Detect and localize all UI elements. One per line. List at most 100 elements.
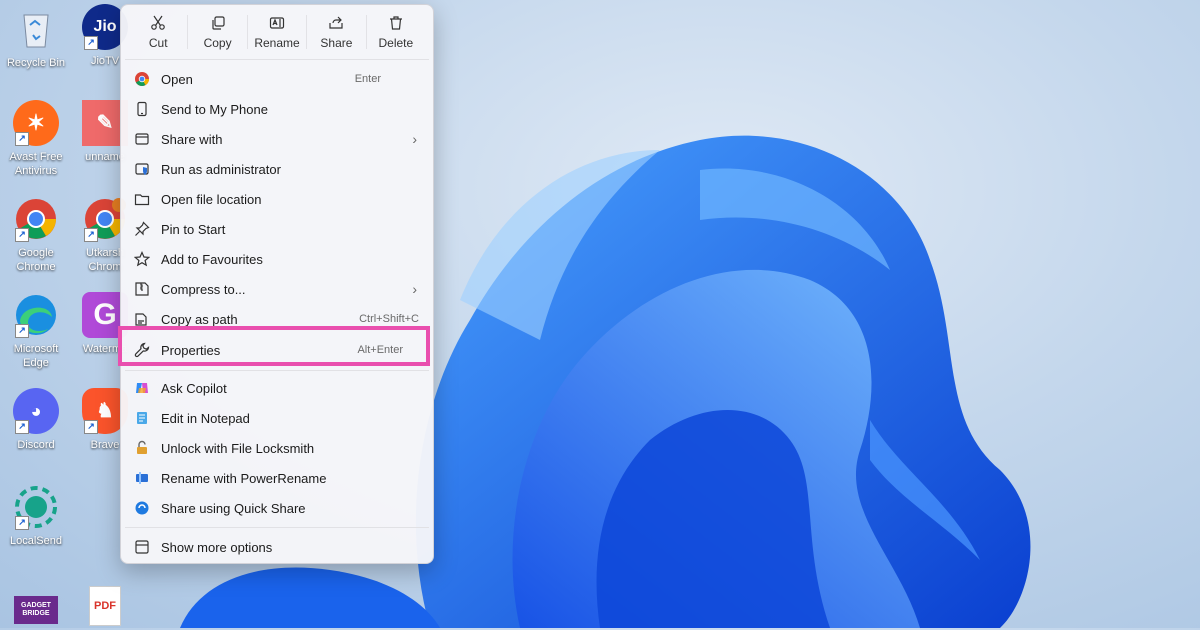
desktop-icon-label: Avast Free Antivirus bbox=[9, 151, 63, 177]
desktop-icon-label: Microsoft Edge bbox=[13, 343, 59, 369]
pdf-badge: PDF bbox=[94, 600, 116, 612]
discord-icon: ◕ ↗ bbox=[13, 388, 59, 434]
menu-item-show-more-options[interactable]: Show more options bbox=[121, 532, 433, 562]
copy-label: Copy bbox=[203, 35, 232, 50]
desktop-icon-label: Google Chrome bbox=[16, 247, 56, 273]
menu-item-edit-in-notepad[interactable]: Edit in Notepad bbox=[121, 403, 433, 433]
shortcut-arrow-icon: ↗ bbox=[15, 324, 29, 338]
desktop-icon-label: Recycle Bin bbox=[6, 57, 66, 69]
shortcut-arrow-icon: ↗ bbox=[84, 36, 98, 50]
context-menu: Cut Copy Rename Share Delete Open Enter bbox=[120, 4, 434, 564]
menu-item-label: Properties bbox=[161, 342, 221, 358]
menu-item-label: Open file location bbox=[161, 191, 262, 207]
menu-item-label: Add to Favourites bbox=[161, 251, 263, 267]
menu-item-run-as-admin[interactable]: Run as administrator bbox=[121, 154, 433, 184]
path-icon bbox=[134, 311, 150, 327]
cut-label: Cut bbox=[148, 35, 168, 50]
desktop-icon-label: Discord bbox=[17, 439, 55, 451]
desktop-icon-discord[interactable]: ◕ ↗ Discord bbox=[0, 388, 72, 452]
shortcut-arrow-icon: ↗ bbox=[15, 516, 29, 530]
desktop-icon-localsend[interactable]: ↗ LocalSend bbox=[0, 484, 72, 548]
menu-item-pin-to-start[interactable]: Pin to Start bbox=[121, 214, 433, 244]
localsend-icon: ↗ bbox=[13, 484, 59, 530]
lock-icon bbox=[134, 440, 150, 456]
shortcut-text: Ctrl+Shift+C bbox=[359, 313, 419, 325]
menu-item-send-to-phone[interactable]: Send to My Phone bbox=[121, 94, 433, 124]
copilot-icon bbox=[134, 380, 150, 396]
menu-item-label: Share using Quick Share bbox=[161, 500, 306, 516]
share-label: Share bbox=[320, 35, 353, 50]
desktop-icon-avast[interactable]: ✶ ↗ Avast Free Antivirus bbox=[0, 100, 72, 178]
scissors-icon bbox=[151, 15, 166, 30]
menu-item-powerrename[interactable]: Rename with PowerRename bbox=[121, 463, 433, 493]
delete-label: Delete bbox=[378, 35, 414, 50]
menu-item-open-file-location[interactable]: Open file location bbox=[121, 184, 433, 214]
menu-item-label: Open bbox=[161, 71, 193, 87]
rename-button[interactable]: Rename bbox=[248, 5, 306, 59]
menu-item-label: Unlock with File Locksmith bbox=[161, 440, 315, 456]
desktop-icon-label: LocalSend bbox=[10, 535, 62, 547]
menu-item-ask-copilot[interactable]: Ask Copilot bbox=[121, 373, 433, 403]
avast-icon: ✶ ↗ bbox=[13, 100, 59, 146]
shortcut-text: Enter bbox=[354, 73, 381, 85]
menu-item-label: Edit in Notepad bbox=[161, 410, 250, 426]
more-options-icon bbox=[134, 539, 150, 555]
desktop-icon-gadgets-bridge[interactable]: GADGET BRIDGE bbox=[0, 596, 72, 628]
pdf-file-icon: PDF bbox=[89, 586, 121, 626]
chrome-icon bbox=[134, 71, 150, 87]
menu-item-quick-share[interactable]: Share using Quick Share bbox=[121, 493, 433, 523]
archive-icon bbox=[134, 281, 150, 297]
context-menu-toolbar: Cut Copy Rename Share Delete bbox=[121, 5, 433, 59]
desktop-icon-edge[interactable]: ↗ Microsoft Edge bbox=[0, 292, 72, 370]
desktop-icon-chrome[interactable]: ↗ Google Chrome bbox=[0, 196, 72, 274]
shortcut-arrow-icon: ↗ bbox=[15, 228, 29, 242]
gadgets-bridge-icon: GADGET BRIDGE bbox=[14, 596, 58, 624]
shortcut-arrow-icon: ↗ bbox=[84, 420, 98, 434]
desktop-icon-recycle-bin[interactable]: Recycle Bin bbox=[0, 6, 72, 70]
copy-button[interactable]: Copy bbox=[188, 5, 246, 59]
chevron-right-icon: › bbox=[412, 131, 417, 147]
rename-icon bbox=[269, 16, 285, 29]
pin-icon bbox=[134, 221, 150, 237]
menu-item-properties[interactable]: Properties Alt+Enter bbox=[121, 334, 433, 366]
menu-item-copy-as-path[interactable]: Copy as path Ctrl+Shift+C bbox=[121, 304, 433, 334]
desktop-icon-pdf[interactable]: PDF bbox=[69, 586, 141, 630]
menu-item-label: Rename with PowerRename bbox=[161, 470, 327, 486]
shortcut-arrow-icon: ↗ bbox=[84, 228, 98, 242]
trash-icon bbox=[389, 15, 402, 30]
chrome-icon: ↗ bbox=[13, 196, 59, 242]
gadgets-bridge-badge: GADGET BRIDGE bbox=[21, 602, 51, 617]
menu-item-label: Run as administrator bbox=[161, 161, 281, 177]
menu-item-label: Share with bbox=[161, 131, 223, 147]
copy-icon bbox=[212, 15, 225, 30]
cut-button[interactable]: Cut bbox=[129, 5, 187, 59]
powerrename-icon bbox=[134, 470, 150, 486]
delete-button[interactable]: Delete bbox=[367, 5, 425, 59]
menu-item-open[interactable]: Open Enter bbox=[121, 64, 433, 94]
share-icon bbox=[329, 16, 344, 29]
shield-icon bbox=[134, 161, 150, 177]
menu-item-label: Ask Copilot bbox=[161, 380, 227, 396]
chevron-right-icon: › bbox=[412, 281, 417, 297]
notepad-icon bbox=[134, 410, 150, 426]
shortcut-arrow-icon: ↗ bbox=[15, 420, 29, 434]
folder-icon bbox=[134, 191, 150, 207]
shortcut-arrow-icon: ↗ bbox=[15, 132, 29, 146]
menu-item-file-locksmith[interactable]: Unlock with File Locksmith bbox=[121, 433, 433, 463]
menu-item-compress-to[interactable]: Compress to... › bbox=[121, 274, 433, 304]
menu-item-label: Send to My Phone bbox=[161, 101, 268, 117]
phone-icon bbox=[134, 101, 150, 117]
menu-item-label: Show more options bbox=[161, 539, 273, 555]
recycle-bin-icon bbox=[13, 6, 59, 52]
menu-item-label: Copy as path bbox=[161, 311, 238, 327]
menu-item-add-to-favourites[interactable]: Add to Favourites bbox=[121, 244, 433, 274]
wrench-icon bbox=[134, 342, 150, 358]
watermark-badge: G bbox=[93, 298, 117, 331]
share-with-icon bbox=[134, 131, 150, 147]
share-button[interactable]: Share bbox=[307, 5, 365, 59]
jiotv-badge: Jio bbox=[93, 18, 117, 35]
menu-item-label: Pin to Start bbox=[161, 221, 226, 237]
edge-icon: ↗ bbox=[13, 292, 59, 338]
menu-item-label: Compress to... bbox=[161, 281, 246, 297]
menu-item-share-with[interactable]: Share with › bbox=[121, 124, 433, 154]
